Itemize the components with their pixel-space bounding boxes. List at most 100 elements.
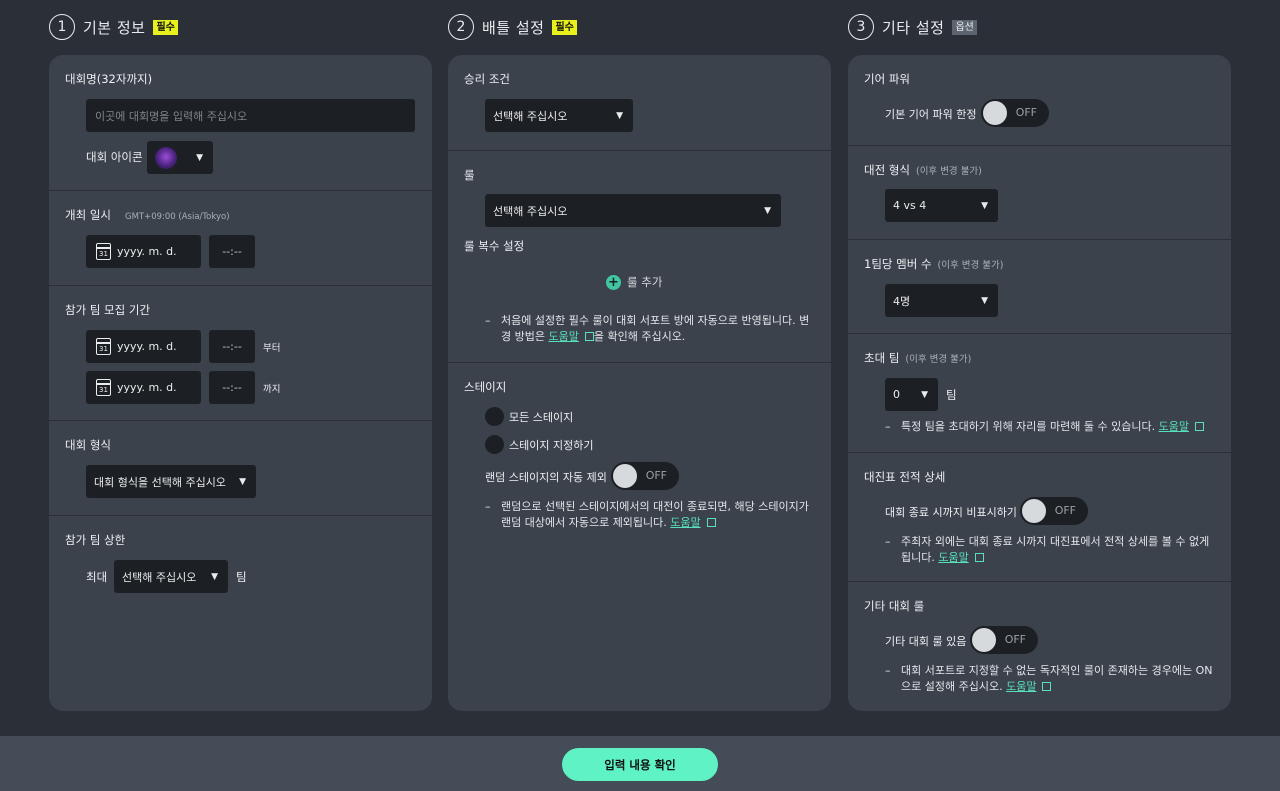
external-link-icon (1042, 682, 1052, 691)
stage-custom-label: 스테이지 지정하기 (509, 439, 594, 452)
help-link[interactable]: 도움말 (938, 551, 968, 564)
multi-rule-label: 룰 복수 설정 (464, 239, 525, 253)
bracket-hide-toggle[interactable]: OFF (1020, 497, 1088, 525)
datetime-section: 개최 일시 GMT+09:00 (Asia/Tokyo) 31 yyyy. m. … (49, 190, 432, 285)
toggle-state: OFF (1054, 504, 1076, 517)
step-number: 1 (49, 14, 75, 40)
column-title: 기타 설정 (882, 18, 945, 37)
rule-select[interactable]: 선택해 주십시오 ▼ (485, 194, 781, 227)
add-rule-label: 룰 추가 (627, 275, 663, 289)
optional-badge: 옵션 (952, 19, 977, 35)
other-rule-note: – 대회 서포트로 지정할 수 없는 독자적인 룰이 존재하는 경우에는 ON으로… (885, 663, 1217, 695)
toggle-knob (1022, 499, 1046, 523)
help-link[interactable]: 도움말 (670, 516, 700, 529)
match-format-select[interactable]: 4 vs 4 ▼ (885, 189, 998, 222)
tournament-icon-select[interactable]: ▼ (147, 141, 213, 174)
max-label: 최대 (86, 570, 108, 584)
format-value: 대회 형식을 선택해 주십시오 (94, 475, 226, 489)
toggle-knob (972, 628, 996, 652)
no-change-note: (이후 변경 불가) (905, 354, 972, 365)
team-members-value: 4명 (893, 294, 911, 308)
win-condition-section: 승리 조건 선택해 주십시오 ▼ (448, 55, 831, 150)
date-placeholder: yyyy. m. d. (117, 381, 177, 394)
rule-note-text-end: 을 확인해 주십시오. (593, 330, 686, 343)
recruit-start-time-input[interactable]: --:-- (209, 330, 255, 363)
tournament-icon-image (155, 146, 177, 169)
invite-team-select[interactable]: 0 ▼ (885, 378, 938, 411)
other-rule-toggle[interactable]: OFF (970, 626, 1038, 654)
column-header: 3 기타 설정 옵션 (848, 0, 1231, 54)
format-label: 대회 형식 (65, 438, 111, 452)
stage-note: – 랜덤으로 선택된 스테이지에서의 대전이 종료되면, 해당 스테이지가 랜덤 … (485, 499, 817, 531)
from-label: 부터 (263, 343, 281, 354)
battle-settings-panel: 승리 조건 선택해 주십시오 ▼ 룰 선택해 주십시오 ▼ 룰 복수 설정 + … (448, 55, 831, 711)
team-members-label: 1팀당 멤버 수 (이후 변경 불가) (864, 256, 1003, 272)
help-link[interactable]: 도움말 (1006, 680, 1036, 693)
format-select[interactable]: 대회 형식을 선택해 주십시오 ▼ (86, 465, 256, 498)
other-rule-note-text: 대회 서포트로 지정할 수 없는 독자적인 룰이 존재하는 경우에는 ON으로 … (901, 664, 1213, 693)
event-date-input[interactable]: 31 yyyy. m. d. (86, 235, 201, 268)
recruit-end-date-input[interactable]: 31 yyyy. m. d. (86, 371, 201, 404)
tournament-name-input[interactable]: 이곳에 대회명을 입력해 주십시오 (86, 99, 415, 132)
stage-all-label: 모든 스테이지 (509, 411, 574, 424)
date-placeholder: yyyy. m. d. (117, 340, 177, 353)
note-dash: – (885, 664, 891, 677)
invite-unit-label: 팀 (946, 388, 957, 402)
until-label: 까지 (263, 384, 281, 395)
gear-limit-toggle[interactable]: OFF (981, 99, 1049, 127)
external-link-icon (584, 332, 594, 341)
dropdown-arrow-icon: ▼ (196, 152, 203, 163)
random-exclude-label: 랜덤 스테이지의 자동 제외 (485, 471, 607, 484)
team-limit-section: 참가 팀 상한 최대 선택해 주십시오 ▼ 팀 (49, 515, 432, 711)
dropdown-arrow-icon: ▼ (211, 571, 218, 582)
bracket-note: – 주최자 외에는 대회 종료 시까지 대진표에서 전적 상세를 볼 수 없게 됩… (885, 534, 1217, 566)
stage-all-radio[interactable] (485, 407, 504, 426)
calendar-icon: 31 (96, 379, 111, 396)
timezone-text: GMT+09:00 (Asia/Tokyo) (124, 212, 230, 222)
win-condition-value: 선택해 주십시오 (493, 109, 568, 123)
invite-note-text: 특정 팀을 초대하기 위해 자리를 마련해 둘 수 있습니다. (901, 420, 1159, 433)
column-title: 기본 정보 (83, 18, 146, 37)
add-rule-button[interactable]: + 룰 추가 (606, 274, 662, 290)
toggle-knob (613, 464, 637, 488)
toggle-state: OFF (1004, 633, 1026, 646)
gear-power-label: 기어 파워 (864, 72, 910, 86)
confirm-input-button[interactable]: 입력 내용 확인 (562, 748, 718, 781)
tournament-name-section: 대회명(32자까지) 이곳에 대회명을 입력해 주십시오 대회 아이콘 ▼ (49, 55, 432, 190)
other-rule-label: 기타 대회 룰 (864, 599, 925, 613)
calendar-icon: 31 (96, 243, 111, 260)
team-members-section: 1팀당 멤버 수 (이후 변경 불가) 4명 ▼ (848, 239, 1231, 333)
stage-note-text: 랜덤으로 선택된 스테이지에서의 대전이 종료되면, 해당 스테이지가 랜덤 대… (501, 500, 809, 529)
column-header: 2 배틀 설정 필수 (448, 0, 831, 54)
event-time-input[interactable]: --:-- (209, 235, 255, 268)
other-settings-panel: 기어 파워 기본 기어 파워 한정 OFF 대전 형식 (이후 변경 불가) 4 … (848, 55, 1231, 711)
random-exclude-toggle[interactable]: OFF (611, 462, 679, 490)
step-number: 2 (448, 14, 474, 40)
rule-note: – 처음에 설정한 필수 룰이 대회 서포트 방에 자동으로 반영됩니다. 변경 … (485, 313, 815, 345)
team-members-select[interactable]: 4명 ▼ (885, 284, 998, 317)
tournament-name-label: 대회명(32자까지) (65, 72, 153, 86)
win-condition-label: 승리 조건 (464, 72, 510, 86)
column-header: 1 기본 정보 필수 (49, 0, 432, 54)
other-rule-section: 기타 대회 룰 기타 대회 룰 있음 OFF – 대회 서포트로 지정할 수 없는… (848, 581, 1231, 711)
note-dash: – (485, 500, 491, 513)
recruit-start-date-input[interactable]: 31 yyyy. m. d. (86, 330, 201, 363)
help-link[interactable]: 도움말 (1159, 420, 1189, 433)
team-unit-label: 팀 (236, 570, 247, 584)
basic-info-panel: 대회명(32자까지) 이곳에 대회명을 입력해 주십시오 대회 아이콘 ▼ 개최… (49, 55, 432, 711)
win-condition-select[interactable]: 선택해 주십시오 ▼ (485, 99, 633, 132)
recruit-end-time-input[interactable]: --:-- (209, 371, 255, 404)
invite-team-value: 0 (893, 388, 900, 401)
team-limit-select[interactable]: 선택해 주십시오 ▼ (114, 560, 228, 593)
help-link[interactable]: 도움말 (548, 330, 578, 343)
stage-section: 스테이지 모든 스테이지 스테이지 지정하기 랜덤 스테이지의 자동 제외 OF… (448, 362, 831, 711)
dropdown-arrow-icon: ▼ (616, 110, 623, 121)
stage-custom-radio[interactable] (485, 435, 504, 454)
team-limit-label: 참가 팀 상한 (65, 533, 126, 547)
calendar-icon: 31 (96, 338, 111, 355)
datetime-label: 개최 일시 GMT+09:00 (Asia/Tokyo) (65, 207, 230, 223)
dropdown-arrow-icon: ▼ (239, 476, 246, 487)
column-basic-info: 1 기본 정보 필수 (49, 0, 432, 54)
recruit-period-label: 참가 팀 모집 기간 (65, 303, 151, 317)
column-battle-settings: 2 배틀 설정 필수 (448, 0, 831, 54)
